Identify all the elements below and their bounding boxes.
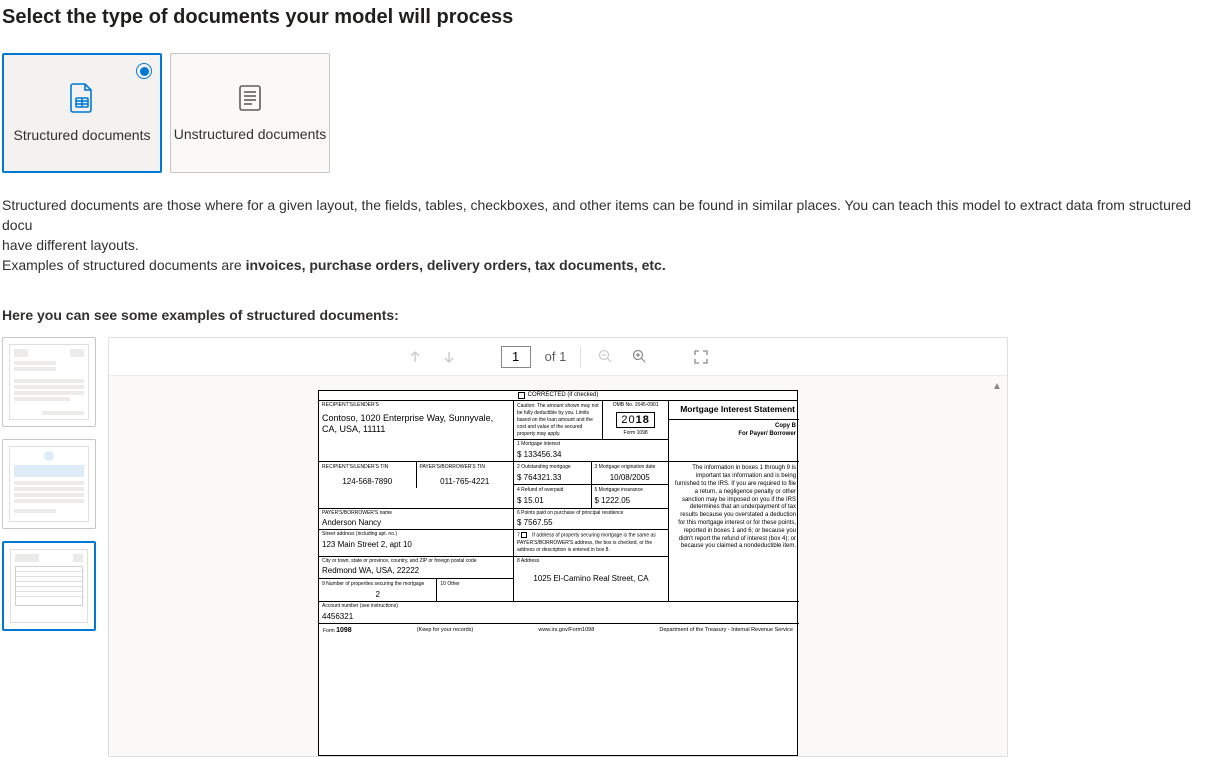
zoom-in-button[interactable] bbox=[629, 347, 649, 367]
document-type-cards: Structured documents Unstructured docume… bbox=[0, 53, 1219, 173]
thumbnail-list bbox=[0, 337, 96, 757]
preview-toolbar: of 1 bbox=[109, 338, 1007, 376]
page-title: Select the type of documents your model … bbox=[0, 0, 1219, 29]
card-label: Structured documents bbox=[14, 126, 151, 144]
preview-body[interactable]: ▲ CORRECTED (if checked) RECIPIENT'S/LEN… bbox=[109, 376, 1007, 756]
text-document-icon bbox=[238, 84, 262, 115]
fullscreen-button[interactable] bbox=[691, 347, 711, 367]
next-page-button[interactable] bbox=[439, 347, 459, 367]
examples-heading: Here you can see some examples of struct… bbox=[0, 307, 1219, 323]
page-of-label: of 1 bbox=[545, 349, 567, 364]
zoom-out-button[interactable] bbox=[595, 347, 615, 367]
document-preview-pane: of 1 ▲ CORRECTED (if checked) bbox=[108, 337, 1008, 757]
structured-documents-card[interactable]: Structured documents bbox=[2, 53, 162, 173]
page-number-input[interactable] bbox=[501, 346, 531, 368]
unstructured-documents-card[interactable]: Unstructured documents bbox=[170, 53, 330, 173]
card-label: Unstructured documents bbox=[174, 125, 327, 143]
thumbnail-order[interactable] bbox=[2, 439, 96, 529]
thumbnail-invoice[interactable] bbox=[2, 337, 96, 427]
thumbnail-tax-form[interactable] bbox=[2, 541, 96, 631]
prev-page-button[interactable] bbox=[405, 347, 425, 367]
scroll-up-icon[interactable]: ▲ bbox=[991, 380, 1003, 392]
form-document-icon bbox=[69, 83, 95, 116]
form-1098-document: CORRECTED (if checked) RECIPIENT'S/LENDE… bbox=[318, 390, 798, 756]
radio-selected-icon bbox=[136, 63, 152, 79]
description-text: Structured documents are those where for… bbox=[0, 195, 1219, 275]
